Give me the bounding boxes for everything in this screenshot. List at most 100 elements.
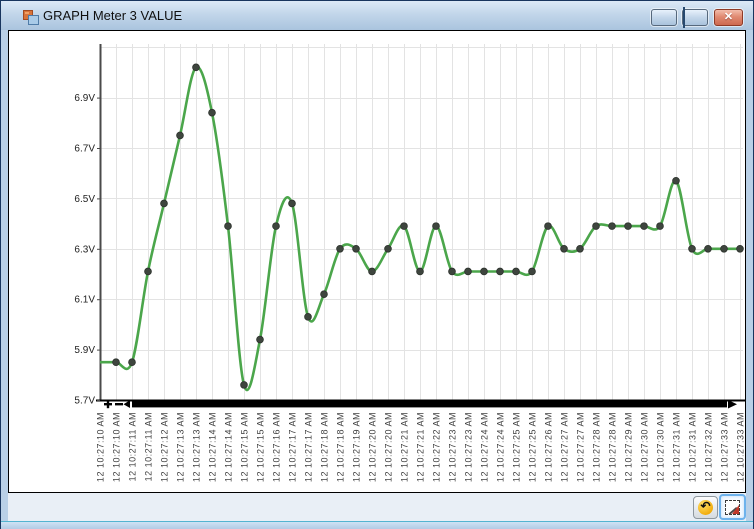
data-point-marker <box>720 245 728 253</box>
data-point-marker <box>400 222 408 230</box>
x-axis-tick-label: 12 10:27:21 AM <box>416 412 426 482</box>
x-axis-tick-label: 12 10:27:23 AM <box>448 412 458 482</box>
data-point-marker <box>384 245 392 253</box>
data-point-marker <box>112 358 120 367</box>
window-title: GRAPH Meter 3 VALUE <box>43 8 183 23</box>
y-axis-labels: 5.7V 5.9V 6.1V 6.3V 6.5V 6.7V 6.9V <box>74 93 100 407</box>
y-axis-tick-label: 6.1V <box>74 295 95 306</box>
maximize-button[interactable] <box>682 7 708 28</box>
app-icon[interactable] <box>23 9 39 25</box>
x-axis-tick-label: 12 10:27:10 AM <box>96 412 106 482</box>
selection-marquee-icon <box>725 500 740 515</box>
window-bottom-frame <box>1 521 753 529</box>
data-point-marker <box>160 199 168 208</box>
data-point-marker <box>240 381 248 389</box>
x-axis-tick-label: 12 10:27:10 AM <box>112 412 122 482</box>
data-point-marker <box>608 222 616 230</box>
x-axis-tick-label: 12 10:27:25 AM <box>512 412 522 482</box>
data-point-marker <box>640 222 648 230</box>
close-button[interactable]: ✕ <box>714 9 743 26</box>
x-axis-tick-label: 12 10:27:33 AM <box>736 412 746 482</box>
minus-icon <box>115 403 123 406</box>
y-axis-tick-label: 6.9V <box>74 93 95 104</box>
x-axis-tick-label: 12 10:27:12 AM <box>160 412 170 482</box>
x-axis-tick-label: 12 10:27:20 AM <box>384 412 394 482</box>
maximize-icon <box>683 7 685 28</box>
data-point-marker <box>320 290 328 298</box>
scrollbar-thumb[interactable] <box>132 400 727 408</box>
x-axis-tick-label: 12 10:27:30 AM <box>640 412 650 482</box>
x-axis-tick-label: 12 10:27:17 AM <box>288 412 298 482</box>
data-point-marker <box>736 245 744 253</box>
data-point-marker <box>144 267 152 276</box>
y-axis-tick-label: 5.9V <box>74 345 95 356</box>
selection-mode-button[interactable] <box>719 494 746 520</box>
x-axis-tick-label: 12 10:27:13 AM <box>192 412 202 482</box>
data-point-marker <box>544 222 552 230</box>
y-axis-tick-label: 5.7V <box>74 396 95 407</box>
x-axis-tick-label: 12 10:27:22 AM <box>432 412 442 482</box>
plus-icon <box>106 400 110 409</box>
form-background-strip: ↶ <box>8 493 746 521</box>
x-axis-tick-label: 12 10:27:15 AM <box>256 412 266 482</box>
x-axis-labels: 12 10:27:10 AM 12 10:27:10 AM 12 10:27:11 … <box>96 412 746 482</box>
x-axis-tick-label: 12 10:27:25 AM <box>528 412 538 482</box>
x-axis-tick-label: 12 10:27:31 AM <box>688 412 698 482</box>
data-point-marker <box>528 267 536 276</box>
data-point-marker <box>624 222 632 230</box>
data-point-marker <box>304 313 312 321</box>
x-axis-tick-label: 12 10:27:24 AM <box>496 412 506 482</box>
data-point-marker <box>288 199 296 208</box>
data-point-marker <box>496 267 504 276</box>
chart-control: 5.7V 5.9V 6.1V 6.3V 6.5V 6.7V 6.9V 12 10:27:10 … <box>8 30 746 493</box>
close-icon: ✕ <box>723 11 734 23</box>
x-axis-tick-label: 12 10:27:31 AM <box>672 412 682 482</box>
x-axis-tick-label: 12 10:27:23 AM <box>464 412 474 482</box>
data-point-marker <box>352 245 360 253</box>
data-point-marker <box>672 176 680 185</box>
x-axis-tick-label: 12 10:27:21 AM <box>400 412 410 482</box>
data-point-marker <box>512 267 520 276</box>
x-axis-tick-label: 12 10:27:30 AM <box>656 412 666 482</box>
x-axis-scrollbar <box>104 400 737 409</box>
data-point-marker <box>256 335 264 344</box>
reset-zoom-icon: ↶ <box>698 500 713 515</box>
x-axis-tick-label: 12 10:27:18 AM <box>336 412 346 482</box>
reset-zoom-button[interactable]: ↶ <box>693 496 718 519</box>
x-axis-tick-label: 12 10:27:16 AM <box>272 412 282 482</box>
x-axis-tick-label: 12 10:27:27 AM <box>560 412 570 482</box>
scrollbar-zoom-out-button[interactable] <box>115 403 123 406</box>
x-axis-tick-label: 12 10:27:28 AM <box>592 412 602 482</box>
data-point-marker <box>704 245 712 253</box>
x-axis-tick-label: 12 10:27:24 AM <box>480 412 490 482</box>
x-axis-tick-label: 12 10:27:20 AM <box>368 412 378 482</box>
data-point-marker <box>688 245 696 253</box>
x-axis-tick-label: 12 10:27:26 AM <box>544 412 554 482</box>
data-point-marker <box>448 267 456 276</box>
meter-value-line-chart: 5.7V 5.9V 6.1V 6.3V 6.5V 6.7V 6.9V 12 10:27:10 … <box>74 44 746 482</box>
x-axis-tick-label: 12 10:27:14 AM <box>224 412 234 482</box>
data-point-marker <box>192 63 200 72</box>
minimize-button[interactable] <box>651 9 677 26</box>
x-axis-tick-label: 12 10:27:28 AM <box>608 412 618 482</box>
data-point-marker <box>464 267 472 276</box>
application-window: GRAPH Meter 3 VALUE ✕ 5.7V 5.9V 6.1V 6.3V 6.… <box>0 0 754 529</box>
data-point-marker <box>208 108 216 117</box>
y-axis-tick-label: 6.7V <box>74 144 95 155</box>
data-point-marker <box>480 267 488 276</box>
y-axis-tick-label: 6.3V <box>74 244 95 255</box>
x-axis-tick-label: 12 10:27:14 AM <box>208 412 218 482</box>
data-point-marker <box>576 245 584 253</box>
data-point-marker <box>336 245 344 253</box>
y-axis-tick-label: 6.5V <box>74 194 95 205</box>
data-point-marker <box>432 222 440 230</box>
x-axis-tick-label: 12 10:27:32 AM <box>704 412 714 482</box>
x-axis-tick-label: 12 10:27:18 AM <box>320 412 330 482</box>
data-point-marker <box>176 131 184 140</box>
data-point-marker <box>272 222 280 230</box>
x-axis-tick-label: 12 10:27:27 AM <box>576 412 586 482</box>
data-point-marker <box>656 222 664 230</box>
x-axis-tick-label: 12 10:27:33 AM <box>720 412 730 482</box>
titlebar[interactable]: GRAPH Meter 3 VALUE ✕ <box>1 1 753 30</box>
x-gridlines <box>100 44 741 400</box>
